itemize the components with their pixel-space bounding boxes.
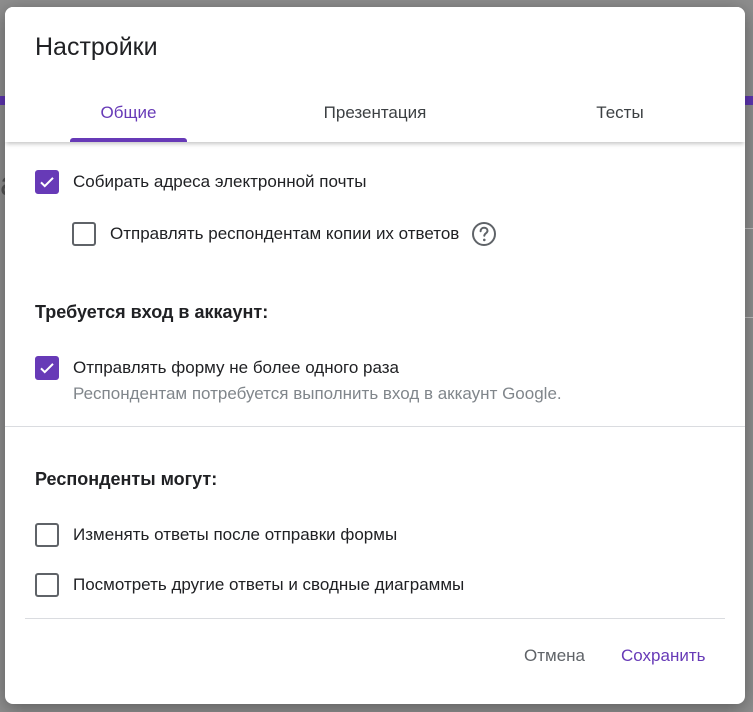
background-header-strip xyxy=(745,96,753,105)
limit-one-response-label: Отправлять форму не более одного раза xyxy=(73,358,400,377)
tab-presentation[interactable]: Презентация xyxy=(300,93,450,142)
tab-label: Общие xyxy=(100,103,157,122)
send-copies-label: Отправлять респондентам копии их ответов xyxy=(110,224,460,243)
send-copies-checkbox[interactable] xyxy=(72,222,96,246)
limit-one-response-description: Респондентам потребуется выполнить вход … xyxy=(73,384,562,403)
see-summary-label: Посмотреть другие ответы и сводные диагр… xyxy=(73,575,465,594)
collect-emails-checkbox[interactable] xyxy=(35,170,59,194)
collect-emails-label: Собирать адреса электронной почты xyxy=(73,172,367,191)
tab-label: Презентация xyxy=(323,103,427,122)
collect-emails-option[interactable]: Собирать адреса электронной почты xyxy=(35,170,366,194)
save-button[interactable]: Сохранить xyxy=(621,646,705,666)
footer-divider xyxy=(25,618,725,619)
dialog-title: Настройки xyxy=(35,33,158,61)
login-required-heading: Требуется вход в аккаунт: xyxy=(35,302,269,322)
tab-label: Тесты xyxy=(596,103,644,122)
edit-after-submit-label: Изменять ответы после отправки формы xyxy=(73,525,398,544)
tab-quizzes[interactable]: Тесты xyxy=(580,93,660,142)
edit-after-submit-option[interactable]: Изменять ответы после отправки формы xyxy=(35,523,397,547)
active-tab-indicator xyxy=(70,138,187,142)
check-icon xyxy=(40,363,54,374)
see-summary-checkbox[interactable] xyxy=(35,573,59,597)
section-divider xyxy=(5,426,745,427)
check-icon xyxy=(40,177,54,188)
limit-one-response-option[interactable]: Отправлять форму не более одного раза xyxy=(35,356,399,380)
settings-dialog: Настройки Общие Презентация Тесты Собира… xyxy=(5,7,745,704)
dialog-header: Настройки Общие Презентация Тесты xyxy=(5,7,745,142)
send-copies-option[interactable]: Отправлять респондентам копии их ответов xyxy=(72,221,497,247)
edit-after-submit-checkbox[interactable] xyxy=(35,523,59,547)
background-divider xyxy=(745,317,753,318)
tab-general[interactable]: Общие xyxy=(70,93,187,142)
settings-tabs: Общие Презентация Тесты xyxy=(5,93,745,142)
background-divider xyxy=(745,228,753,229)
dialog-actions: Отмена Сохранить xyxy=(5,620,745,704)
help-circle-icon[interactable] xyxy=(471,221,497,247)
respondents-can-heading: Респонденты могут: xyxy=(35,469,218,489)
cancel-button[interactable]: Отмена xyxy=(524,646,585,666)
limit-one-response-checkbox[interactable] xyxy=(35,356,59,380)
see-summary-option[interactable]: Посмотреть другие ответы и сводные диагр… xyxy=(35,573,464,597)
